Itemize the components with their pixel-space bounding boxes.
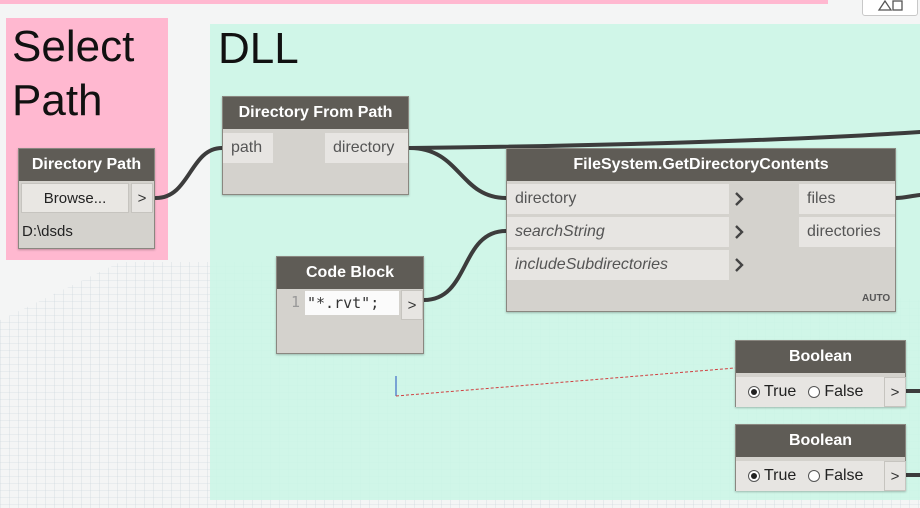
browse-button[interactable]: Browse... [21,183,129,213]
radio-false-label[interactable]: False [824,467,863,485]
radio-true[interactable] [748,386,760,398]
output-port-files[interactable]: files [799,184,895,214]
group-title: Select Path [12,22,135,125]
node-title: Directory Path [19,149,154,181]
node-title: Directory From Path [223,97,408,129]
node-title: FileSystem.GetDirectoryContents [507,149,895,181]
output-port-directory[interactable]: directory [325,133,408,163]
lacing-label[interactable]: AUTO [862,293,890,304]
node-directory-from-path[interactable]: Directory From Path path directory [222,96,409,195]
boolean-selector[interactable]: True False [736,377,884,407]
node-title: Boolean [736,425,905,457]
output-port[interactable]: > [884,377,906,407]
input-port-includesubdirectories[interactable]: includeSubdirectories [507,250,729,280]
radio-true[interactable] [748,470,760,482]
node-get-directory-contents[interactable]: FileSystem.GetDirectoryContents director… [506,148,896,312]
node-title: Code Block [277,257,423,289]
code-text[interactable]: "*.rvt"; [307,294,379,312]
node-directory-path[interactable]: Directory Path Browse... > D:\dsds [18,148,155,249]
node-title: Boolean [736,341,905,373]
chevron-right-icon[interactable] [731,250,749,280]
line-number: 1 [291,293,301,311]
node-boolean[interactable]: Boolean True False > [735,340,906,407]
radio-true-label[interactable]: True [764,383,796,401]
input-port-path[interactable]: path [223,133,273,163]
chevron-right-icon[interactable] [731,184,749,214]
path-value: D:\dsds [22,223,73,240]
chevron-right-icon[interactable] [731,217,749,247]
input-port-searchstring[interactable]: searchString [507,217,729,247]
node-boolean[interactable]: Boolean True False > [735,424,906,491]
input-port-directory[interactable]: directory [507,184,729,214]
radio-false[interactable] [808,386,821,398]
radio-false[interactable] [808,470,821,482]
radio-true-label[interactable]: True [764,467,796,485]
output-port[interactable]: > [401,290,423,320]
output-port[interactable]: > [884,461,906,491]
node-code-block[interactable]: Code Block 1 "*.rvt"; > [276,256,424,354]
output-port-directories[interactable]: directories [799,217,895,247]
radio-false-label[interactable]: False [824,383,863,401]
output-port[interactable]: > [131,183,153,213]
boolean-selector[interactable]: True False [736,461,884,491]
group-title: DLL [218,24,299,73]
code-editor[interactable]: "*.rvt"; [305,291,399,315]
